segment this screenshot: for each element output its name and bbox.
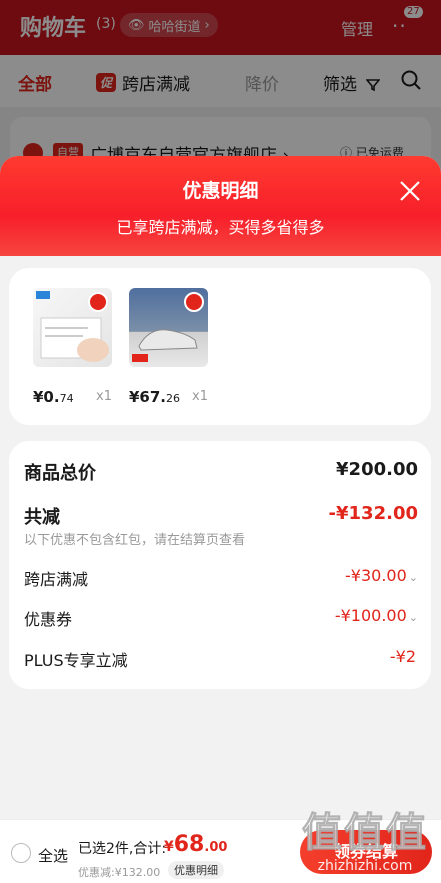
- item-quantity: x1: [96, 389, 112, 404]
- chevron-down-icon: ⌄: [408, 611, 418, 624]
- close-icon[interactable]: [397, 178, 423, 204]
- total-reduce-label: 共减: [24, 507, 60, 528]
- total-price-label: 商品总价: [24, 463, 96, 484]
- select-all-label[interactable]: 全选: [38, 845, 68, 866]
- item-quantity: x1: [192, 389, 208, 404]
- price-main: ¥0.: [33, 388, 60, 406]
- discount-row-label: 跨店满减: [24, 570, 89, 589]
- currency-symbol: ¥: [164, 839, 174, 855]
- total-reduce-value: -¥132.00: [328, 503, 418, 524]
- discount-row-value[interactable]: -¥30.00 ⌄: [345, 566, 418, 585]
- product-thumbnail[interactable]: [129, 288, 208, 367]
- discount-note: 以下优惠不包含红包，请在结算页查看: [24, 533, 246, 548]
- sheet-title: 优惠明细: [182, 180, 259, 202]
- item-selected-check-icon: [88, 292, 108, 312]
- item-price: ¥67.26: [129, 388, 180, 406]
- item-selected-check-icon: [184, 292, 204, 312]
- watermark-logo: 值值值: [302, 810, 428, 857]
- discount-summary: 优惠减:¥132.00: [78, 866, 161, 879]
- price-summary-card: 商品总价 ¥200.00 共减 -¥132.00 以下优惠不包含红包，请在结算页…: [9, 441, 431, 689]
- sheet-subtitle: 已享跨店满减，买得多省得多: [116, 218, 325, 237]
- price-decimal: 74: [59, 392, 74, 405]
- total-price-value: ¥200.00: [336, 459, 418, 480]
- discount-row-label: PLUS专享立减: [24, 651, 128, 670]
- total-amount: ¥68.00: [164, 832, 227, 857]
- discount-row-amount: -¥30.00: [345, 566, 407, 585]
- total-integer: 68: [173, 832, 205, 857]
- site-watermark: 值值值 zhizhizhi.com: [290, 800, 440, 880]
- item-price: ¥0.74: [33, 388, 74, 406]
- discount-row-value: -¥2: [389, 647, 416, 666]
- total-decimal: .00: [204, 840, 228, 855]
- discount-row-amount: -¥100.00: [334, 606, 407, 625]
- discount-detail-sheet: 优惠明细 已享跨店满减，买得多省得多 ¥0.74 x1 ¥67.26 x1 商品: [0, 156, 441, 883]
- chevron-down-icon: ⌄: [408, 571, 418, 584]
- select-all-checkbox[interactable]: [11, 843, 31, 863]
- product-thumbnail[interactable]: [33, 288, 112, 367]
- watermark-url: zhizhizhi.com: [317, 858, 413, 874]
- discount-row-label: 优惠券: [24, 610, 73, 629]
- selected-summary: 已选2件,合计:: [78, 841, 167, 857]
- sheet-header: 优惠明细 已享跨店满减，买得多省得多: [0, 156, 441, 256]
- price-decimal: 26: [166, 392, 181, 405]
- discount-row-value[interactable]: -¥100.00 ⌄: [335, 606, 418, 625]
- price-main: ¥67.: [129, 388, 167, 406]
- discount-detail-button[interactable]: 优惠明细: [168, 861, 224, 879]
